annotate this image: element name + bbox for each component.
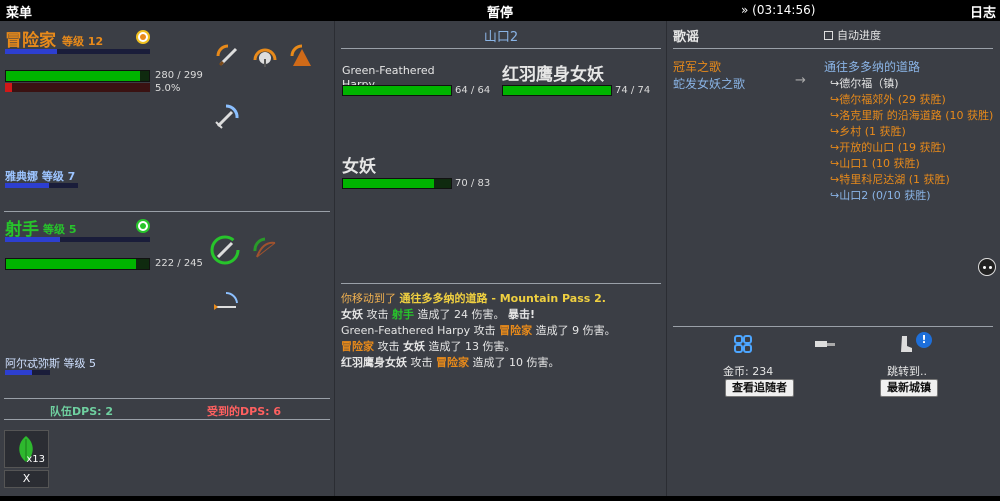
archer-hp-bar [5, 258, 150, 270]
hero-name[interactable]: 冒险家 [5, 26, 56, 51]
hero-hp-text: 280 / 299 [155, 70, 203, 81]
quest-title[interactable]: 通往多多纳的道路 [824, 58, 920, 75]
hammer-icon[interactable] [814, 337, 836, 351]
quest-item[interactable]: ↪洛克里斯 的沿海道路 (10 获胜) [830, 107, 993, 123]
log-button[interactable]: 日志 [970, 2, 996, 21]
follower-name[interactable]: 雅典娜 等级 7 [5, 168, 75, 184]
newest-town-button[interactable]: 最新城镇 [880, 379, 938, 397]
location-title: 山口2 [483, 30, 519, 45]
sword-recharge-icon[interactable] [210, 102, 242, 132]
divider [334, 21, 335, 501]
log-line: 女妖 攻击 射手 造成了 24 伤害。 暴击! [341, 308, 536, 321]
quest-item[interactable]: ↪山口1 (10 获胜) [830, 155, 920, 171]
log-line: Green-Feathered Harpy 攻击 冒险家 造成了 9 伤害。 [341, 324, 616, 337]
log-line: 冒险家 攻击 女妖 造成了 13 伤害。 [341, 340, 516, 353]
hero-percent: 5.0% [155, 83, 181, 94]
damage-taken-dps: 受到的DPS: 6 [207, 405, 281, 418]
log-line: 红羽鹰身女妖 攻击 冒险家 造成了 10 伤害。 [341, 356, 560, 369]
archer-level: 等级 5 [43, 223, 77, 236]
quest-item[interactable]: ↪德尔福（镇) [830, 75, 899, 91]
follower-name[interactable]: 阿尔忒弥斯 等级 5 [5, 355, 96, 371]
follower-xp-bar [5, 370, 50, 375]
enemy-name[interactable]: 女妖 [342, 152, 376, 177]
songs-title: 歌谣 [673, 30, 700, 45]
hero-xp-bar [5, 49, 150, 54]
enemy-hp-bar [502, 85, 612, 96]
jump-to-label: 跳转到.. [887, 365, 927, 378]
arrow-recharge-icon[interactable] [210, 289, 242, 317]
quest-item[interactable]: ↪开放的山口 (19 获胜) [830, 139, 946, 155]
auto-progress-toggle[interactable]: 自动进度 [824, 27, 881, 43]
enemy-hp-text: 74 / 74 [615, 85, 651, 96]
enemy-name[interactable]: 红羽鹰身女妖 [502, 60, 604, 85]
alert-badge-icon[interactable]: ! [916, 332, 932, 348]
top-bar: 菜单 暂停 » (03:14:56) 日志 [0, 0, 1000, 21]
boot-icon[interactable] [897, 335, 913, 353]
target-icon[interactable] [136, 30, 150, 44]
arrow-icon: → [795, 73, 806, 88]
target-icon[interactable] [136, 219, 150, 233]
bottom-strip [0, 496, 1000, 501]
enemy-hp-bar [342, 178, 452, 189]
enemy-hp-bar [342, 85, 452, 96]
divider [673, 48, 993, 49]
sword-skill-icon[interactable] [208, 233, 242, 267]
archer-xp-bar [5, 237, 150, 242]
inventory-close-button[interactable]: X [4, 470, 49, 488]
menu-button[interactable]: 菜单 [6, 2, 32, 21]
quest-item[interactable]: ↪特里科尼达湖 (1 获胜) [830, 171, 950, 187]
sword-skill-icon[interactable] [214, 42, 242, 70]
item-count: x13 [26, 454, 45, 465]
divider [673, 326, 993, 327]
archer-hp-text: 222 / 245 [155, 258, 203, 269]
view-followers-button[interactable]: 查看追随者 [725, 379, 794, 397]
party-dps: 队伍DPS: 2 [50, 405, 113, 418]
grid-icon[interactable] [734, 335, 752, 353]
divider [666, 21, 667, 501]
camp-skill-icon[interactable] [288, 42, 316, 70]
hero-red-bar [5, 83, 150, 92]
hero-hp-bar [5, 70, 150, 82]
checkbox[interactable] [824, 31, 833, 40]
bow-skill-icon[interactable] [249, 233, 281, 265]
quest-item[interactable]: ↪乡村 (1 获胜) [830, 123, 906, 139]
divider [341, 283, 661, 284]
gold-display: 金币: 234 [723, 365, 774, 378]
log-line: 你移动到了 通往多多纳的道路 - Mountain Pass 2. [341, 292, 606, 305]
face-icon[interactable] [978, 258, 996, 276]
quest-item[interactable]: ↪德尔福郊外 (29 获胜) [830, 91, 946, 107]
gauge-skill-icon[interactable] [251, 42, 279, 70]
divider [4, 419, 330, 420]
game-clock[interactable]: » (03:14:56) [741, 3, 815, 17]
follower-xp-bar [5, 183, 78, 188]
hero-level: 等级 12 [62, 35, 104, 48]
enemy-hp-text: 64 / 64 [455, 85, 491, 96]
divider [341, 48, 661, 49]
quest-item[interactable]: ↪山口2 (0/10 获胜) [830, 187, 931, 203]
divider [4, 211, 330, 212]
pause-button[interactable]: 暂停 [487, 2, 513, 21]
enemy-hp-text: 70 / 83 [455, 178, 491, 189]
song-item[interactable]: 蛇发女妖之歌 [673, 75, 745, 92]
song-item[interactable]: 冠军之歌 [673, 58, 721, 75]
inventory-slot[interactable]: x13 [4, 430, 49, 468]
divider [4, 398, 330, 399]
